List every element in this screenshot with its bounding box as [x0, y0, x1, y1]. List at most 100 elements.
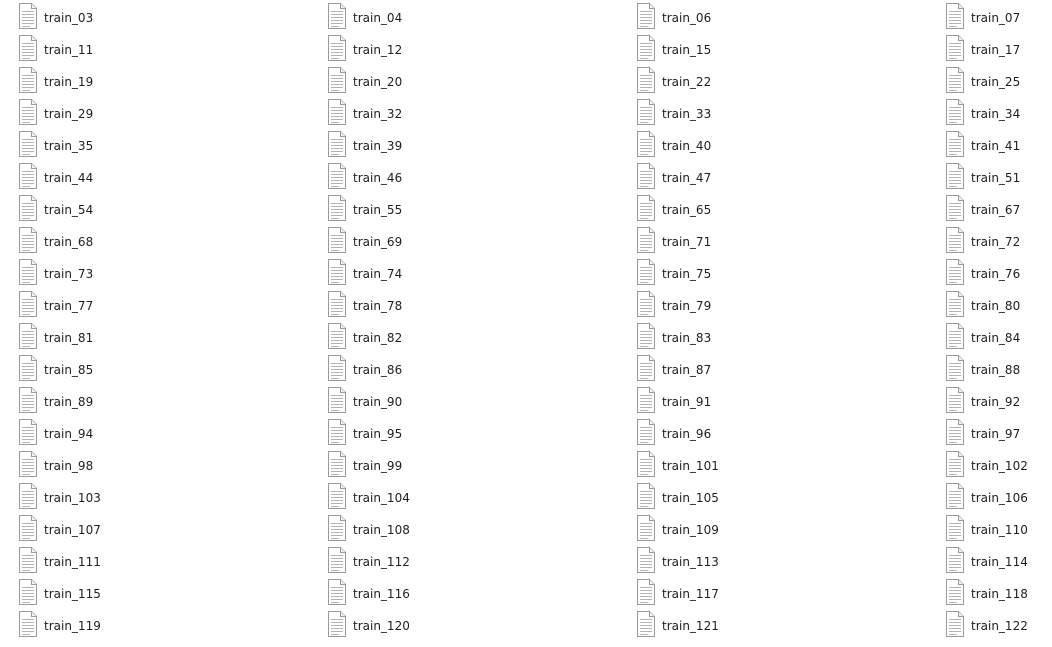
text-document-icon — [637, 611, 655, 637]
file-item[interactable]: train_55 — [328, 194, 568, 226]
file-item[interactable]: train_108 — [328, 514, 568, 546]
file-item[interactable]: train_32 — [328, 98, 568, 130]
file-item[interactable]: train_96 — [637, 418, 877, 450]
file-item[interactable]: train_71 — [637, 226, 877, 258]
file-item[interactable]: train_22 — [637, 66, 877, 98]
file-item[interactable]: train_95 — [328, 418, 568, 450]
file-item[interactable]: train_117 — [637, 578, 877, 610]
file-name-label: train_113 — [662, 555, 719, 569]
file-item[interactable]: train_12 — [328, 34, 568, 66]
file-item[interactable]: train_92 — [946, 386, 1052, 418]
file-name-label: train_06 — [662, 11, 712, 25]
file-item[interactable]: train_03 — [19, 2, 259, 34]
text-document-icon — [19, 387, 37, 413]
file-item[interactable]: train_89 — [19, 386, 259, 418]
file-name-label: train_102 — [971, 459, 1028, 473]
file-item[interactable]: train_73 — [19, 258, 259, 290]
file-item[interactable]: train_121 — [637, 610, 877, 642]
file-item[interactable]: train_107 — [19, 514, 259, 546]
text-document-icon — [19, 355, 37, 381]
file-item[interactable]: train_34 — [946, 98, 1052, 130]
file-item[interactable]: train_84 — [946, 322, 1052, 354]
file-name-label: train_74 — [353, 267, 403, 281]
file-item[interactable]: train_65 — [637, 194, 877, 226]
file-item[interactable]: train_47 — [637, 162, 877, 194]
file-item[interactable]: train_97 — [946, 418, 1052, 450]
file-item[interactable]: train_86 — [328, 354, 568, 386]
file-item[interactable]: train_81 — [19, 322, 259, 354]
file-item[interactable]: train_110 — [946, 514, 1052, 546]
file-item[interactable]: train_87 — [637, 354, 877, 386]
file-item[interactable]: train_39 — [328, 130, 568, 162]
file-item[interactable]: train_80 — [946, 290, 1052, 322]
file-item[interactable]: train_11 — [19, 34, 259, 66]
file-item[interactable]: train_109 — [637, 514, 877, 546]
file-item[interactable]: train_44 — [19, 162, 259, 194]
file-item[interactable]: train_19 — [19, 66, 259, 98]
file-item[interactable]: train_91 — [637, 386, 877, 418]
file-item[interactable]: train_83 — [637, 322, 877, 354]
file-item[interactable]: train_99 — [328, 450, 568, 482]
file-item[interactable]: train_119 — [19, 610, 259, 642]
text-document-icon — [328, 291, 346, 317]
file-item[interactable]: train_15 — [637, 34, 877, 66]
file-row: train_29 train_32 train_33 train_34 — [0, 98, 1052, 130]
file-item[interactable]: train_17 — [946, 34, 1052, 66]
file-name-label: train_111 — [44, 555, 101, 569]
file-item[interactable]: train_29 — [19, 98, 259, 130]
file-item[interactable]: train_68 — [19, 226, 259, 258]
file-item[interactable]: train_101 — [637, 450, 877, 482]
file-item[interactable]: train_76 — [946, 258, 1052, 290]
file-name-label: train_04 — [353, 11, 403, 25]
file-item[interactable]: train_72 — [946, 226, 1052, 258]
file-item[interactable]: train_116 — [328, 578, 568, 610]
text-document-icon — [637, 99, 655, 125]
file-item[interactable]: train_120 — [328, 610, 568, 642]
file-item[interactable]: train_46 — [328, 162, 568, 194]
file-item[interactable]: train_06 — [637, 2, 877, 34]
text-document-icon — [637, 259, 655, 285]
file-item[interactable]: train_25 — [946, 66, 1052, 98]
file-item[interactable]: train_33 — [637, 98, 877, 130]
file-item[interactable]: train_41 — [946, 130, 1052, 162]
text-document-icon — [19, 195, 37, 221]
file-name-label: train_109 — [662, 523, 719, 537]
file-name-label: train_119 — [44, 619, 101, 633]
text-document-icon — [637, 3, 655, 29]
file-item[interactable]: train_111 — [19, 546, 259, 578]
file-item[interactable]: train_79 — [637, 290, 877, 322]
text-document-icon — [19, 99, 37, 125]
file-item[interactable]: train_122 — [946, 610, 1052, 642]
file-item[interactable]: train_07 — [946, 2, 1052, 34]
file-item[interactable]: train_114 — [946, 546, 1052, 578]
file-item[interactable]: train_04 — [328, 2, 568, 34]
file-item[interactable]: train_105 — [637, 482, 877, 514]
file-item[interactable]: train_85 — [19, 354, 259, 386]
file-item[interactable]: train_102 — [946, 450, 1052, 482]
file-name-label: train_35 — [44, 139, 94, 153]
file-item[interactable]: train_88 — [946, 354, 1052, 386]
file-item[interactable]: train_103 — [19, 482, 259, 514]
file-item[interactable]: train_51 — [946, 162, 1052, 194]
file-item[interactable]: train_67 — [946, 194, 1052, 226]
text-document-icon — [328, 419, 346, 445]
file-item[interactable]: train_115 — [19, 578, 259, 610]
file-item[interactable]: train_20 — [328, 66, 568, 98]
file-item[interactable]: train_69 — [328, 226, 568, 258]
file-item[interactable]: train_74 — [328, 258, 568, 290]
file-item[interactable]: train_77 — [19, 290, 259, 322]
file-item[interactable]: train_40 — [637, 130, 877, 162]
file-item[interactable]: train_98 — [19, 450, 259, 482]
file-item[interactable]: train_113 — [637, 546, 877, 578]
file-item[interactable]: train_54 — [19, 194, 259, 226]
file-item[interactable]: train_82 — [328, 322, 568, 354]
file-item[interactable]: train_106 — [946, 482, 1052, 514]
file-item[interactable]: train_35 — [19, 130, 259, 162]
file-item[interactable]: train_118 — [946, 578, 1052, 610]
file-item[interactable]: train_75 — [637, 258, 877, 290]
file-item[interactable]: train_104 — [328, 482, 568, 514]
file-item[interactable]: train_78 — [328, 290, 568, 322]
file-item[interactable]: train_94 — [19, 418, 259, 450]
file-item[interactable]: train_112 — [328, 546, 568, 578]
file-item[interactable]: train_90 — [328, 386, 568, 418]
